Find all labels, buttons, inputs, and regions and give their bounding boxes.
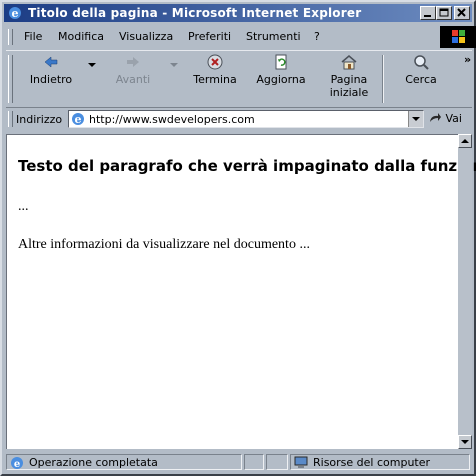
- svg-text:e: e: [75, 113, 82, 126]
- stop-label: Termina: [193, 73, 237, 86]
- ie-logo-icon[interactable]: e: [8, 6, 22, 20]
- computer-icon: [294, 456, 308, 468]
- scroll-down-button[interactable]: [458, 435, 472, 449]
- status-panel-secure: [266, 454, 288, 470]
- address-url[interactable]: http://www.swdevelopers.com: [89, 113, 255, 126]
- windows-logo: [440, 26, 476, 48]
- search-icon: [414, 55, 429, 70]
- status-panel-progress: [244, 454, 264, 470]
- back-dropdown-arrow[interactable]: [88, 63, 96, 67]
- menu-preferiti[interactable]: Preferiti: [188, 30, 231, 43]
- title-bar[interactable]: e Titolo della pagina - Microsoft Intern…: [4, 4, 472, 22]
- menu-strumenti[interactable]: Strumenti: [246, 30, 301, 43]
- stop-icon: [207, 54, 223, 70]
- back-button[interactable]: Indietro: [24, 53, 78, 86]
- menu-visualizza[interactable]: Visualizza: [119, 30, 173, 43]
- toolbar-overflow-chevron[interactable]: »: [464, 53, 471, 66]
- refresh-icon: [275, 54, 287, 70]
- search-label: Cerca: [405, 73, 437, 86]
- security-zone-text: Risorse del computer: [313, 456, 431, 469]
- page-paragraph: Altre informazioni da visualizzare nel d…: [18, 237, 310, 252]
- address-input[interactable]: e http://www.swdevelopers.com: [68, 110, 424, 128]
- go-label: Vai: [445, 112, 462, 125]
- go-arrow-icon: [430, 113, 441, 122]
- address-dropdown-button[interactable]: [408, 111, 423, 127]
- toolbar-separator: [382, 55, 384, 103]
- maximize-button[interactable]: [436, 6, 452, 20]
- toolbar-grip[interactable]: [8, 55, 13, 103]
- page-done-icon: e: [11, 457, 23, 469]
- stop-button[interactable]: Termina: [190, 53, 240, 86]
- menu-modifica[interactable]: Modifica: [58, 30, 104, 43]
- svg-text:e: e: [12, 7, 19, 20]
- scroll-up-button[interactable]: [458, 134, 472, 148]
- page-heading: Testo del paragrafo che verrà impaginato…: [18, 157, 476, 175]
- back-arrow-icon: [44, 56, 58, 68]
- menu-help[interactable]: ?: [314, 30, 320, 43]
- go-button[interactable]: Vai: [428, 112, 462, 125]
- refresh-label: Aggiorna: [256, 73, 306, 86]
- minimize-icon: [424, 15, 431, 17]
- status-panel-main: e Operazione completata: [6, 454, 242, 470]
- home-icon: [341, 55, 357, 70]
- svg-text:e: e: [14, 459, 20, 469]
- menu-bar: File Modifica Visualizza Preferiti Strum…: [6, 26, 476, 48]
- forward-arrow-icon: [127, 57, 139, 67]
- back-label: Indietro: [29, 73, 73, 86]
- search-button[interactable]: Cerca: [396, 53, 446, 86]
- close-button[interactable]: [454, 6, 470, 20]
- window-title: Titolo della pagina - Microsoft Internet…: [28, 6, 362, 20]
- page-ellipsis: ...: [18, 199, 29, 214]
- windows-flag-icon: [452, 30, 465, 43]
- vertical-scrollbar[interactable]: [458, 134, 472, 449]
- page-content: Testo del paragrafo che verrà impaginato…: [6, 134, 476, 449]
- address-bar: Indirizzo e http://www.swdevelopers.com …: [6, 108, 472, 130]
- forward-dropdown-arrow[interactable]: [170, 63, 178, 67]
- address-grip[interactable]: [8, 111, 13, 127]
- refresh-button[interactable]: Aggiorna: [252, 53, 310, 86]
- home-label-line1: Pagina: [330, 73, 368, 86]
- status-panel-zone: Risorse del computer: [290, 454, 470, 470]
- home-label-line2: iniziale: [329, 86, 369, 99]
- home-button[interactable]: Pagina iniziale: [322, 53, 376, 99]
- forward-button[interactable]: Avanti: [106, 53, 160, 86]
- minimize-button[interactable]: [420, 6, 436, 20]
- close-icon: [457, 8, 466, 17]
- page-ie-icon: e: [72, 113, 84, 126]
- address-label: Indirizzo: [16, 113, 63, 126]
- browser-window: e Titolo della pagina - Microsoft Intern…: [0, 0, 476, 476]
- forward-label: Avanti: [115, 73, 151, 86]
- menu-grip[interactable]: [8, 29, 13, 45]
- menu-file[interactable]: File: [24, 30, 42, 43]
- maximize-icon: [439, 8, 449, 17]
- standard-toolbar: Indietro Avanti Termina Aggiorna Pagina …: [6, 50, 472, 108]
- status-bar: e Operazione completata Risorse del comp…: [4, 452, 472, 472]
- status-text: Operazione completata: [29, 456, 158, 469]
